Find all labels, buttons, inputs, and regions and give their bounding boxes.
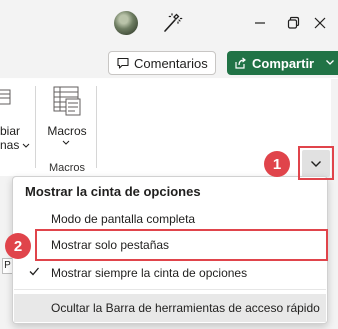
- checkmark-icon: [29, 267, 39, 276]
- chevron-down-icon: [22, 143, 30, 148]
- callout-badge-2: 2: [5, 233, 31, 259]
- menu-item-hide-quick-access[interactable]: Ocultar la Barra de herramientas de acce…: [14, 294, 326, 322]
- restore-icon[interactable]: [282, 12, 304, 34]
- partial-label-line1: biar: [0, 124, 21, 138]
- menu-item-full-screen[interactable]: Modo de pantalla completa: [14, 207, 326, 231]
- macros-icon: [53, 86, 81, 116]
- menu-item-label: Ocultar la Barra de herramientas de acce…: [51, 301, 320, 315]
- menu-header: Mostrar la cinta de opciones: [25, 184, 201, 199]
- callout-highlight-options-button: [298, 146, 334, 180]
- command-bar: Comentarios Compartir: [0, 48, 338, 78]
- macros-group-label: Macros: [48, 162, 86, 174]
- avatar-icon[interactable]: [114, 11, 138, 35]
- group-divider: [35, 86, 36, 168]
- chevron-down-icon: [62, 140, 70, 145]
- close-icon[interactable]: [309, 12, 331, 34]
- menu-separator: [14, 289, 326, 290]
- callout-highlight-show-tabs-only: [35, 229, 328, 261]
- macros-button[interactable]: Macros: [43, 84, 91, 146]
- callout-badge-1: 1: [264, 151, 290, 177]
- comment-icon: [117, 57, 129, 69]
- chevron-down-icon[interactable]: [324, 56, 336, 68]
- share-label: Compartir: [252, 55, 315, 71]
- share-icon: [235, 57, 246, 69]
- macros-label: Macros: [47, 124, 87, 138]
- magic-wand-icon[interactable]: [160, 11, 184, 35]
- window-switch-icon: [0, 89, 11, 105]
- title-bar: [0, 0, 338, 48]
- menu-item-label: Mostrar siempre la cinta de opciones: [51, 266, 248, 280]
- share-button[interactable]: Compartir: [227, 51, 338, 75]
- menu-item-always-show-ribbon[interactable]: Mostrar siempre la cinta de opciones: [14, 261, 326, 285]
- minimize-icon[interactable]: [249, 12, 271, 34]
- partial-ribbon-button[interactable]: biar nas: [0, 86, 30, 156]
- partial-label-line2: nas: [0, 138, 20, 152]
- comments-button[interactable]: Comentarios: [108, 51, 216, 75]
- comments-label: Comentarios: [134, 55, 208, 71]
- menu-item-label: Modo de pantalla completa: [51, 212, 196, 226]
- group-divider: [96, 86, 97, 168]
